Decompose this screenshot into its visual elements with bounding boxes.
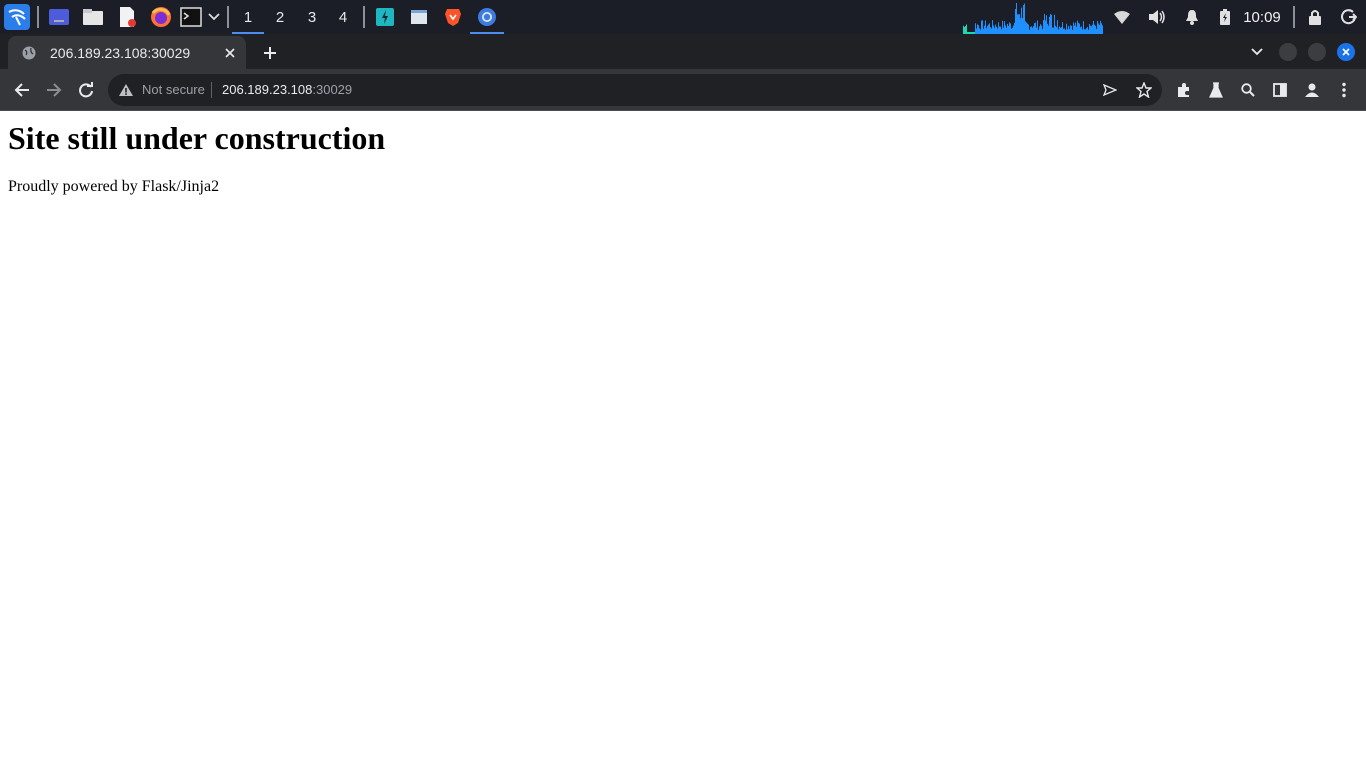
- lock-icon[interactable]: [1305, 0, 1325, 34]
- new-tab-button[interactable]: [258, 41, 282, 65]
- window-icon[interactable]: [406, 0, 432, 34]
- panel-separator: [37, 6, 39, 28]
- close-icon: [1342, 48, 1350, 56]
- menu-button[interactable]: [1330, 76, 1358, 104]
- chevron-down-icon[interactable]: [206, 0, 222, 34]
- kali-menu-icon[interactable]: [3, 0, 31, 34]
- arrow-left-icon: [14, 83, 29, 97]
- reload-icon: [79, 82, 93, 98]
- workspace-4[interactable]: 4: [327, 0, 359, 34]
- arrow-right-icon: [47, 83, 62, 97]
- maximize-button[interactable]: [1308, 43, 1326, 61]
- url-text[interactable]: 206.189.23.108:30029: [222, 82, 352, 97]
- notification-bell-icon[interactable]: [1182, 0, 1202, 34]
- omnibox-divider: [211, 82, 212, 98]
- chevron-down-icon: [1251, 48, 1263, 56]
- flask-icon: [1209, 82, 1223, 98]
- wifi-icon[interactable]: [1112, 0, 1132, 34]
- forward-button[interactable]: [40, 76, 68, 104]
- labs-button[interactable]: [1202, 76, 1230, 104]
- top-panel: 1 2 3 4 10:09: [0, 0, 1366, 34]
- desktop-icon[interactable]: [46, 0, 72, 34]
- side-panel-icon: [1273, 83, 1287, 97]
- page-text: Proudly powered by Flask/Jinja2: [8, 178, 220, 195]
- browser-toolbar: Not secure 206.189.23.108:30029: [0, 69, 1366, 111]
- minimize-button[interactable]: [1279, 43, 1297, 61]
- search-button[interactable]: [1234, 76, 1262, 104]
- clock[interactable]: 10:09: [1240, 0, 1284, 34]
- panel-separator: [1293, 6, 1295, 28]
- avatar-icon: [1305, 83, 1319, 97]
- bookmark-star-icon[interactable]: [1134, 80, 1154, 100]
- workspace-1[interactable]: 1: [232, 0, 264, 34]
- warning-icon[interactable]: [118, 82, 134, 98]
- firefox-icon[interactable]: [148, 0, 174, 34]
- plus-icon: [264, 47, 276, 59]
- page-content: Site still under construction Proudly po…: [0, 112, 1366, 768]
- network-graph: [963, 2, 1103, 34]
- extensions-button[interactable]: [1170, 76, 1198, 104]
- address-bar[interactable]: Not secure 206.189.23.108:30029: [108, 74, 1162, 106]
- battery-icon[interactable]: [1217, 0, 1233, 34]
- profile-button[interactable]: [1298, 76, 1326, 104]
- send-to-device-icon[interactable]: [1100, 80, 1120, 100]
- workspace-2[interactable]: 2: [264, 0, 296, 34]
- back-button[interactable]: [8, 76, 36, 104]
- url-host: 206.189.23.108: [222, 82, 313, 97]
- url-port: :30029: [312, 82, 353, 97]
- close-window-button[interactable]: [1337, 43, 1355, 61]
- file-manager-icon[interactable]: [80, 0, 106, 34]
- workspace-3[interactable]: 3: [296, 0, 328, 34]
- reload-button[interactable]: [72, 76, 100, 104]
- security-label[interactable]: Not secure: [142, 82, 205, 97]
- tab-search-button[interactable]: [1246, 41, 1268, 63]
- panel-separator: [363, 6, 365, 28]
- chromium-icon[interactable]: [470, 0, 504, 34]
- tab-active[interactable]: 206.189.23.108:30029: [8, 36, 246, 69]
- kebab-menu-icon: [1342, 82, 1346, 98]
- logout-icon[interactable]: [1338, 0, 1360, 34]
- panel-separator: [227, 6, 229, 28]
- search-icon: [1241, 83, 1255, 97]
- globe-icon: [21, 45, 37, 61]
- puzzle-icon: [1178, 83, 1189, 97]
- page-heading: Site still under construction: [8, 120, 386, 156]
- burpsuite-icon[interactable]: [372, 0, 398, 34]
- close-tab-icon[interactable]: [220, 43, 240, 63]
- terminal-icon[interactable]: [179, 0, 203, 34]
- side-panel-button[interactable]: [1266, 76, 1294, 104]
- brave-icon[interactable]: [440, 0, 466, 34]
- tab-title: 206.189.23.108:30029: [50, 44, 191, 61]
- text-editor-icon[interactable]: [114, 0, 140, 34]
- tab-strip: 206.189.23.108:30029: [0, 34, 1366, 69]
- volume-icon[interactable]: [1146, 0, 1168, 34]
